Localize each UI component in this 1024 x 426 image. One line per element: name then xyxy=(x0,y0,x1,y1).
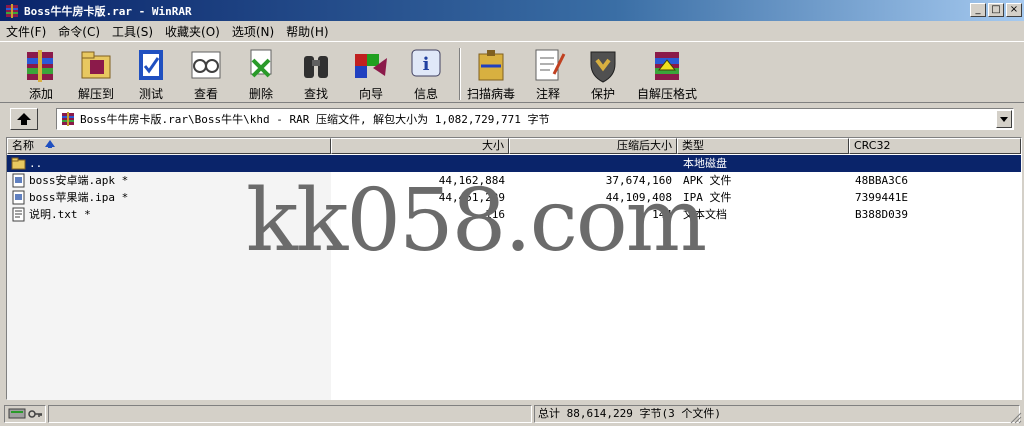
extract-to-button[interactable]: 解压到 xyxy=(71,46,121,102)
file-name: .. xyxy=(29,157,43,170)
maximize-button[interactable]: □ xyxy=(988,3,1004,17)
status-bar: 总计 88,614,229 字节(3 个文件) xyxy=(0,402,1024,426)
toolbar-separator xyxy=(459,48,461,100)
test-button[interactable]: 测试 xyxy=(126,46,176,102)
address-dropdown-button[interactable] xyxy=(996,110,1012,128)
menu-bar: 文件(F) 命令(C) 工具(S) 收藏夹(O) 选项(N) 帮助(H) xyxy=(0,21,1024,41)
file-name: boss安卓端.apk * xyxy=(29,174,129,187)
menu-favorites[interactable]: 收藏夹(O) xyxy=(159,23,226,40)
info-button[interactable]: i 信息 xyxy=(401,46,451,102)
protect-icon xyxy=(590,51,616,83)
sfx-icon xyxy=(655,52,679,80)
menu-help[interactable]: 帮助(H) xyxy=(280,23,334,40)
status-summary: 总计 88,614,229 字节(3 个文件) xyxy=(534,405,1020,423)
close-button[interactable]: × xyxy=(1006,3,1022,17)
find-icon xyxy=(304,56,328,78)
menu-tools[interactable]: 工具(S) xyxy=(106,23,159,40)
delete-icon xyxy=(250,49,272,78)
text-file-icon xyxy=(12,207,25,222)
address-path: Boss牛牛房卡版.rar\Boss牛牛\khd - RAR 压缩文件, 解包大… xyxy=(80,113,550,126)
archive-icon xyxy=(62,112,74,126)
title-bar: Boss牛牛房卡版.rar - WinRAR _ □ × xyxy=(0,0,1024,21)
sort-up-arrow-icon xyxy=(44,140,55,148)
file-type: 本地磁盘 xyxy=(683,157,727,170)
up-folder-button[interactable] xyxy=(10,108,38,130)
sfx-button[interactable]: 自解压格式 xyxy=(636,46,698,102)
file-icon xyxy=(12,190,25,205)
watermark-text: kk058.com xyxy=(246,171,707,271)
file-icon xyxy=(12,173,25,188)
view-icon xyxy=(191,51,221,79)
column-header-type[interactable]: 类型 xyxy=(677,138,849,154)
column-header-packed[interactable]: 压缩后大小 xyxy=(509,138,677,154)
wizard-icon xyxy=(355,54,387,78)
test-icon xyxy=(139,50,163,80)
column-header-crc[interactable]: CRC32 xyxy=(849,138,1021,154)
virus-scan-button[interactable]: 扫描病毒 xyxy=(466,46,516,102)
comment-button[interactable]: 注释 xyxy=(523,46,573,102)
menu-file[interactable]: 文件(F) xyxy=(0,23,52,40)
comment-icon xyxy=(535,49,566,81)
file-crc: 7399441E xyxy=(855,191,908,204)
address-bar: Boss牛牛房卡版.rar\Boss牛牛\khd - RAR 压缩文件, 解包大… xyxy=(0,104,1024,134)
chevron-down-icon xyxy=(1000,117,1008,122)
column-headers: 名称 大小 压缩后大小 类型 CRC32 xyxy=(7,138,1021,154)
protect-button[interactable]: 保护 xyxy=(578,46,628,102)
delete-button[interactable]: 删除 xyxy=(236,46,286,102)
address-field[interactable]: Boss牛牛房卡版.rar\Boss牛牛\khd - RAR 压缩文件, 解包大… xyxy=(56,108,1014,130)
file-crc: B388D039 xyxy=(855,208,908,221)
drive-key-icon xyxy=(8,408,42,419)
column-header-name[interactable]: 名称 xyxy=(7,138,331,154)
minimize-button[interactable]: _ xyxy=(970,3,986,17)
column-header-size[interactable]: 大小 xyxy=(331,138,509,154)
folder-up-icon xyxy=(11,157,26,170)
resize-grip-icon[interactable] xyxy=(1010,412,1022,424)
file-name: 说明.txt * xyxy=(29,208,91,221)
find-button[interactable]: 查找 xyxy=(291,46,341,102)
status-drive-panel[interactable] xyxy=(4,405,46,423)
file-name: boss苹果端.ipa * xyxy=(29,191,129,204)
wizard-button[interactable]: 向导 xyxy=(346,46,396,102)
view-button[interactable]: 查看 xyxy=(181,46,231,102)
extract-to-icon xyxy=(81,51,111,79)
table-row-parent[interactable]: .. 本地磁盘 xyxy=(7,155,1021,172)
window-title: Boss牛牛房卡版.rar - WinRAR xyxy=(24,4,192,18)
add-archive-icon xyxy=(27,50,53,82)
menu-options[interactable]: 选项(N) xyxy=(226,23,280,40)
add-button[interactable]: 添加 xyxy=(16,46,66,102)
winrar-app-icon xyxy=(6,3,18,18)
menu-commands[interactable]: 命令(C) xyxy=(52,23,106,40)
status-selection-panel xyxy=(48,405,532,423)
toolbar: 添加 解压到 测试 查看 删除 查找 向导 i 信息 扫描病毒 注释 保护 自解… xyxy=(0,41,1024,103)
info-icon: i xyxy=(411,49,441,77)
svg-text:i: i xyxy=(423,54,430,75)
virus-scan-icon xyxy=(478,50,504,81)
up-arrow-icon xyxy=(17,113,31,125)
file-crc: 48BBA3C6 xyxy=(855,174,908,187)
